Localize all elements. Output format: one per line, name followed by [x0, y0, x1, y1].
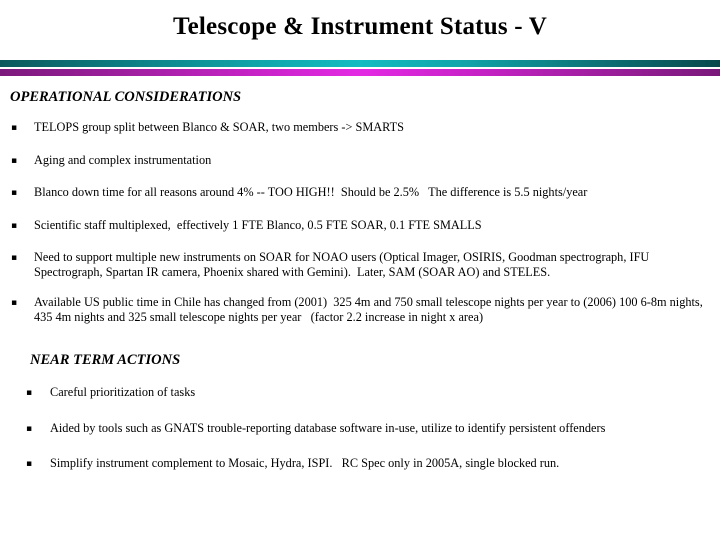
list-item-label: Simplify instrument complement to Mosaic… [50, 456, 560, 470]
list-item-label: Available US public time in Chile has ch… [34, 295, 706, 324]
divider-bar-magenta [0, 69, 720, 76]
list-item: Simplify instrument complement to Mosaic… [0, 456, 720, 471]
list-item: Scientific staff multiplexed, effectivel… [0, 218, 720, 233]
list-item-label: Scientific staff multiplexed, effectivel… [34, 217, 482, 232]
list-item-label: TELOPS group split between Blanco & SOAR… [34, 120, 404, 134]
title-area: Telescope & Instrument Status - V [0, 12, 720, 42]
square-bullet-icon [26, 456, 32, 473]
list-item: Need to support multiple new instruments… [0, 250, 720, 279]
square-bullet-icon [11, 185, 17, 202]
list-item: Aging and complex instrumentation [0, 153, 720, 168]
square-bullet-icon [26, 385, 32, 402]
list-item-label: Need to support multiple new instruments… [34, 250, 653, 279]
square-bullet-icon [11, 153, 17, 170]
list-item: Available US public time in Chile has ch… [0, 295, 720, 324]
header-divider [0, 60, 720, 76]
list-item: Careful prioritization of tasks [0, 385, 720, 400]
list-item-label: Careful prioritization of tasks [50, 385, 196, 399]
bullet-list-near-term: Careful prioritization of tasks Aided by… [0, 385, 720, 492]
section-heading-operational-considerations: OPERATIONAL CONSIDERATIONS [10, 89, 242, 105]
bullet-list-operational: TELOPS group split between Blanco & SOAR… [0, 120, 720, 340]
section-heading-near-term-actions: NEAR TERM ACTIONS [30, 352, 181, 368]
list-item: Blanco down time for all reasons around … [0, 185, 720, 200]
list-item-label: Aging and complex instrumentation [34, 152, 212, 167]
list-item: Aided by tools such as GNATS trouble-rep… [0, 421, 720, 436]
square-bullet-icon [11, 120, 17, 137]
list-item: TELOPS group split between Blanco & SOAR… [0, 120, 720, 135]
page-title: Telescope & Instrument Status - V [173, 13, 547, 40]
list-item-label: Blanco down time for all reasons around … [34, 185, 588, 199]
square-bullet-icon [26, 421, 32, 438]
list-item-label: Aided by tools such as GNATS trouble-rep… [50, 420, 606, 435]
square-bullet-icon [11, 295, 17, 312]
divider-bar-teal [0, 60, 720, 67]
square-bullet-icon [11, 250, 17, 267]
square-bullet-icon [11, 218, 17, 235]
slide-canvas: Telescope & Instrument Status - V OPERAT… [0, 0, 720, 540]
